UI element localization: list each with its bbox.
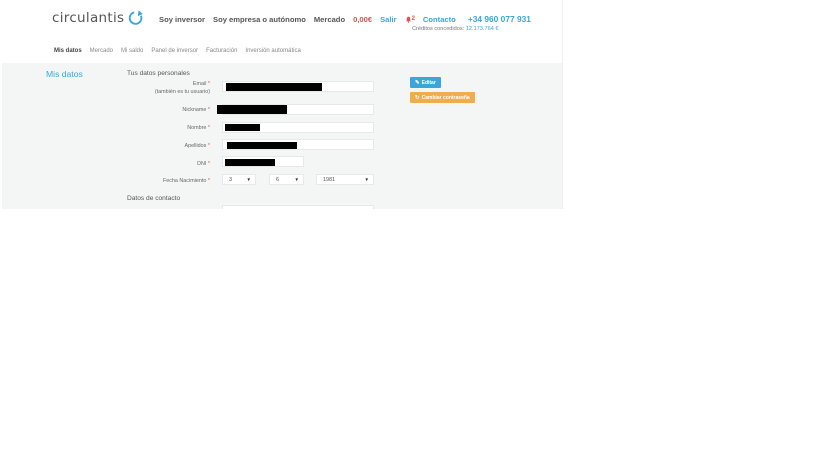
edit-button[interactable]: ✎ Editar <box>410 77 441 88</box>
nombre-label: Nombre * <box>187 125 210 131</box>
birth-day-value: 3 <box>229 176 232 183</box>
nombre-redaction <box>225 124 260 131</box>
nav-contacto[interactable]: Contacto <box>423 15 456 24</box>
apellidos-label: Apellidos * <box>184 143 211 149</box>
chevron-down-icon: ▼ <box>246 177 251 182</box>
subnav-mis-datos[interactable]: Mis datos <box>54 48 82 54</box>
email-label: Email * (también es tu usuario) <box>154 81 210 95</box>
nav-soy-empresa[interactable]: Soy empresa o autónomo <box>213 15 306 24</box>
subnav-mercado[interactable]: Mercado <box>90 48 113 54</box>
change-password-button[interactable]: ↻ Cambiar contraseña <box>410 92 475 103</box>
nav-soy-inversor[interactable]: Soy inversor <box>159 15 205 24</box>
credits-granted: Créditos concedidos: 12.173.764 € <box>412 26 498 32</box>
nickname-redaction <box>217 105 287 114</box>
birth-year-value: 1981 <box>323 176 335 183</box>
personal-data-title: Tus datos personales <box>127 70 190 77</box>
birth-month-select[interactable]: 6 ▼ <box>269 174 304 185</box>
bell-icon <box>405 16 411 23</box>
apellidos-redaction <box>227 142 297 149</box>
subnav-facturacion[interactable]: Facturación <box>206 48 237 54</box>
nav-mercado[interactable]: Mercado <box>314 15 345 24</box>
refresh-icon: ↻ <box>415 94 420 101</box>
email-note: (también es tu usuario) <box>154 88 210 95</box>
alerts-button[interactable]: 2 <box>405 16 415 23</box>
subnav-panel-inversor[interactable]: Panel de inversor <box>151 48 198 54</box>
main-content: Mis datos Tus datos personales Email * (… <box>2 63 562 209</box>
balance-display[interactable]: 0,00€ <box>353 15 372 24</box>
email-redaction <box>226 83 322 91</box>
chevron-down-icon: ▼ <box>294 177 299 182</box>
subnav-inversion-automatica[interactable]: Inversión automática <box>245 48 300 54</box>
credits-label: Créditos concedidos: <box>412 26 465 32</box>
contact-field[interactable] <box>222 205 374 209</box>
credits-value: 12.173.764 € <box>465 26 499 32</box>
sub-nav: Mis datos Mercado Mi saldo Panel de inve… <box>54 48 309 54</box>
circulantis-logo[interactable]: circulantis <box>52 9 145 27</box>
dni-label: DNI * <box>197 161 210 167</box>
alerts-count: 2 <box>411 16 415 22</box>
birth-day-select[interactable]: 3 ▼ <box>222 174 256 185</box>
pencil-icon: ✎ <box>415 79 420 86</box>
dni-redaction <box>225 159 275 166</box>
subnav-mi-saldo[interactable]: Mi saldo <box>121 48 143 54</box>
phone-link[interactable]: +34 960 077 931 <box>468 14 531 24</box>
logo-refresh-icon <box>129 10 144 25</box>
logo-text: circulantis <box>52 10 125 26</box>
nickname-label: Nickname * <box>182 107 210 113</box>
birth-month-value: 6 <box>276 176 279 183</box>
nav-salir[interactable]: Salir <box>380 15 396 24</box>
top-nav: Soy inversor Soy empresa o autónomo Merc… <box>159 14 539 24</box>
contact-data-title: Datos de contacto <box>127 195 181 202</box>
chevron-down-icon: ▼ <box>364 177 369 182</box>
fecha-nacimiento-label: Fecha Nacimiento * <box>162 178 210 184</box>
birth-year-select[interactable]: 1981 ▼ <box>316 174 374 185</box>
page: circulantis Soy inversor Soy empresa o a… <box>2 0 563 209</box>
side-title: Mis datos <box>46 69 83 79</box>
